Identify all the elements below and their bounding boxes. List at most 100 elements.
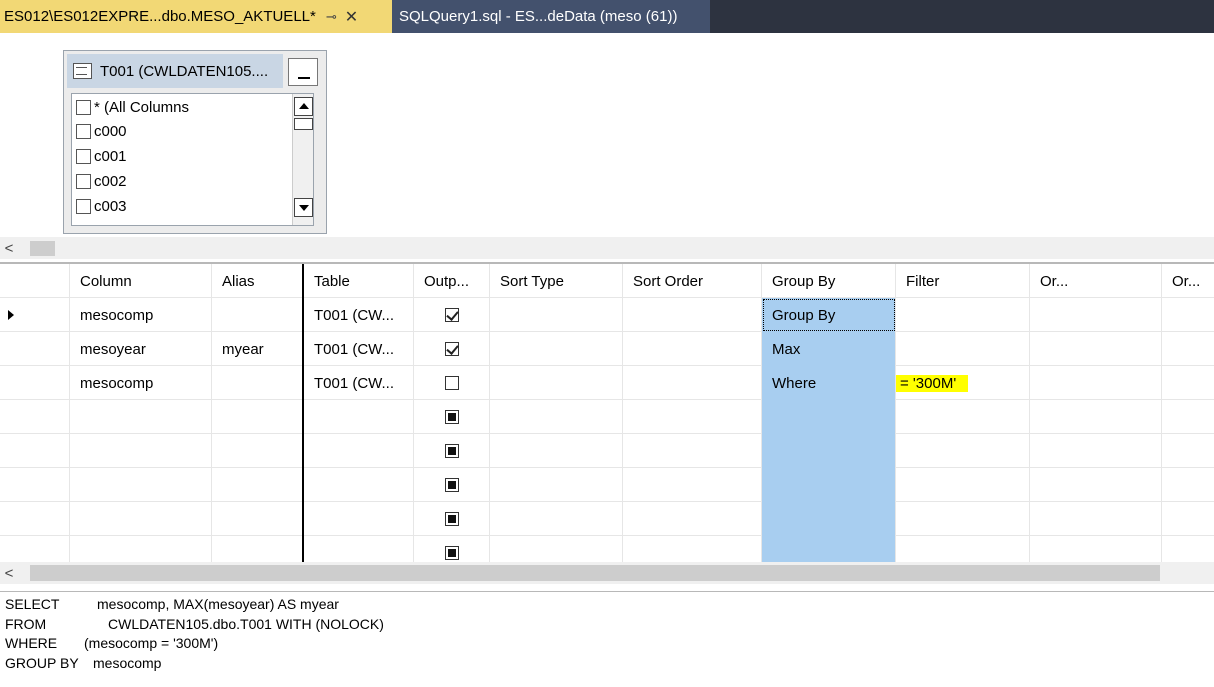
row-selector[interactable] — [0, 366, 70, 400]
tab-query-designer[interactable]: ES012\ES012EXPRE...dbo.MESO_AKTUELL* ⊸ ✕ — [0, 0, 392, 33]
close-icon[interactable]: ✕ — [345, 7, 358, 27]
scroll-thumb[interactable] — [294, 118, 313, 130]
output-checkbox[interactable] — [445, 342, 459, 356]
cell-filter[interactable] — [896, 468, 1030, 502]
cell-sort-order[interactable] — [623, 502, 762, 536]
minimize-button[interactable] — [288, 58, 318, 86]
cell-group-by[interactable]: Where — [762, 366, 896, 400]
cell-table[interactable] — [304, 434, 414, 468]
cell-group-by[interactable] — [762, 400, 896, 434]
output-checkbox[interactable] — [445, 546, 459, 560]
column-checkbox[interactable] — [76, 99, 91, 115]
cell-output[interactable] — [414, 502, 490, 536]
header-table[interactable]: Table — [304, 264, 414, 298]
column-checkbox[interactable] — [76, 173, 91, 189]
cell-filter[interactable] — [896, 434, 1030, 468]
table-box-t001[interactable]: T001 (CWLDATEN105.... * (All Columns c00… — [63, 50, 327, 234]
grid-horizontal-scrollbar[interactable]: < — [0, 562, 1214, 584]
scroll-up-icon[interactable] — [294, 97, 313, 116]
cell-or[interactable] — [1030, 400, 1162, 434]
cell-or[interactable] — [1162, 332, 1214, 366]
cell-or[interactable] — [1030, 298, 1162, 332]
cell-filter[interactable] — [896, 332, 1030, 366]
cell-output[interactable] — [414, 298, 490, 332]
cell-or[interactable] — [1030, 366, 1162, 400]
cell-group-by[interactable] — [762, 502, 896, 536]
column-list-scrollbar[interactable] — [292, 94, 313, 225]
cell-table[interactable]: T001 (CW... — [304, 332, 414, 366]
cell-or[interactable] — [1162, 298, 1214, 332]
table-row[interactable] — [0, 468, 1214, 502]
table-row[interactable] — [0, 434, 1214, 468]
cell-output[interactable] — [414, 468, 490, 502]
output-checkbox[interactable] — [445, 376, 459, 390]
header-alias[interactable]: Alias — [212, 264, 304, 298]
cell-filter[interactable] — [896, 400, 1030, 434]
tab-sqlquery1[interactable]: SQLQuery1.sql - ES...deData (meso (61)) — [392, 0, 710, 33]
row-selector[interactable] — [0, 468, 70, 502]
cell-column[interactable] — [70, 502, 212, 536]
cell-alias[interactable] — [212, 502, 304, 536]
cell-sort-order[interactable] — [623, 400, 762, 434]
cell-table[interactable] — [304, 400, 414, 434]
cell-sort-order[interactable] — [623, 434, 762, 468]
cell-alias[interactable] — [212, 468, 304, 502]
cell-sort-type[interactable] — [490, 468, 623, 502]
cell-alias[interactable] — [212, 400, 304, 434]
output-checkbox[interactable] — [445, 512, 459, 526]
output-checkbox[interactable] — [445, 308, 459, 322]
scroll-left-icon[interactable]: < — [0, 237, 18, 259]
column-item-c000[interactable]: c000 — [76, 120, 127, 142]
table-box-header[interactable]: T001 (CWLDATEN105.... — [67, 54, 283, 88]
cell-output[interactable] — [414, 400, 490, 434]
cell-sort-order[interactable] — [623, 332, 762, 366]
cell-sort-type[interactable] — [490, 400, 623, 434]
table-row[interactable]: mesocomp T001 (CW... Where = '300M' — [0, 366, 1214, 400]
cell-sort-type[interactable] — [490, 434, 623, 468]
sql-pane[interactable]: SELECT mesocomp, MAX(mesoyear) AS myear … — [0, 591, 1214, 687]
cell-column[interactable]: mesocomp — [70, 298, 212, 332]
cell-column[interactable]: mesocomp — [70, 366, 212, 400]
cell-table[interactable] — [304, 502, 414, 536]
table-row[interactable]: mesocomp T001 (CW... Group By — [0, 298, 1214, 332]
cell-filter[interactable] — [896, 502, 1030, 536]
cell-or[interactable] — [1162, 468, 1214, 502]
cell-or[interactable] — [1030, 502, 1162, 536]
header-column[interactable]: Column — [70, 264, 212, 298]
cell-output[interactable] — [414, 434, 490, 468]
header-filter[interactable]: Filter — [896, 264, 1030, 298]
scroll-down-icon[interactable] — [294, 198, 313, 217]
cell-group-by[interactable] — [762, 468, 896, 502]
table-row[interactable] — [0, 400, 1214, 434]
column-item-c003[interactable]: c003 — [76, 195, 127, 217]
cell-table[interactable] — [304, 468, 414, 502]
cell-or[interactable] — [1162, 400, 1214, 434]
cell-column[interactable] — [70, 468, 212, 502]
cell-sort-type[interactable] — [490, 298, 623, 332]
row-selector[interactable] — [0, 298, 70, 332]
cell-or[interactable] — [1030, 434, 1162, 468]
output-checkbox[interactable] — [445, 444, 459, 458]
cell-output[interactable] — [414, 332, 490, 366]
row-selector[interactable] — [0, 502, 70, 536]
header-or-1[interactable]: Or... — [1030, 264, 1162, 298]
output-checkbox[interactable] — [445, 478, 459, 492]
cell-column[interactable] — [70, 434, 212, 468]
cell-alias[interactable]: myear — [212, 332, 304, 366]
row-selector[interactable] — [0, 434, 70, 468]
column-checkbox[interactable] — [76, 123, 91, 139]
cell-column[interactable] — [70, 400, 212, 434]
cell-alias[interactable] — [212, 366, 304, 400]
cell-output[interactable] — [414, 366, 490, 400]
cell-filter[interactable]: = '300M' — [896, 366, 1030, 400]
header-sort-order[interactable]: Sort Order — [623, 264, 762, 298]
cell-sort-order[interactable] — [623, 298, 762, 332]
cell-sort-type[interactable] — [490, 332, 623, 366]
cell-sort-order[interactable] — [623, 468, 762, 502]
scroll-left-icon[interactable]: < — [0, 562, 18, 584]
scroll-thumb[interactable] — [30, 241, 55, 256]
output-checkbox[interactable] — [445, 410, 459, 424]
cell-table[interactable]: T001 (CW... — [304, 298, 414, 332]
column-item-c001[interactable]: c001 — [76, 145, 127, 167]
cell-or[interactable] — [1162, 366, 1214, 400]
